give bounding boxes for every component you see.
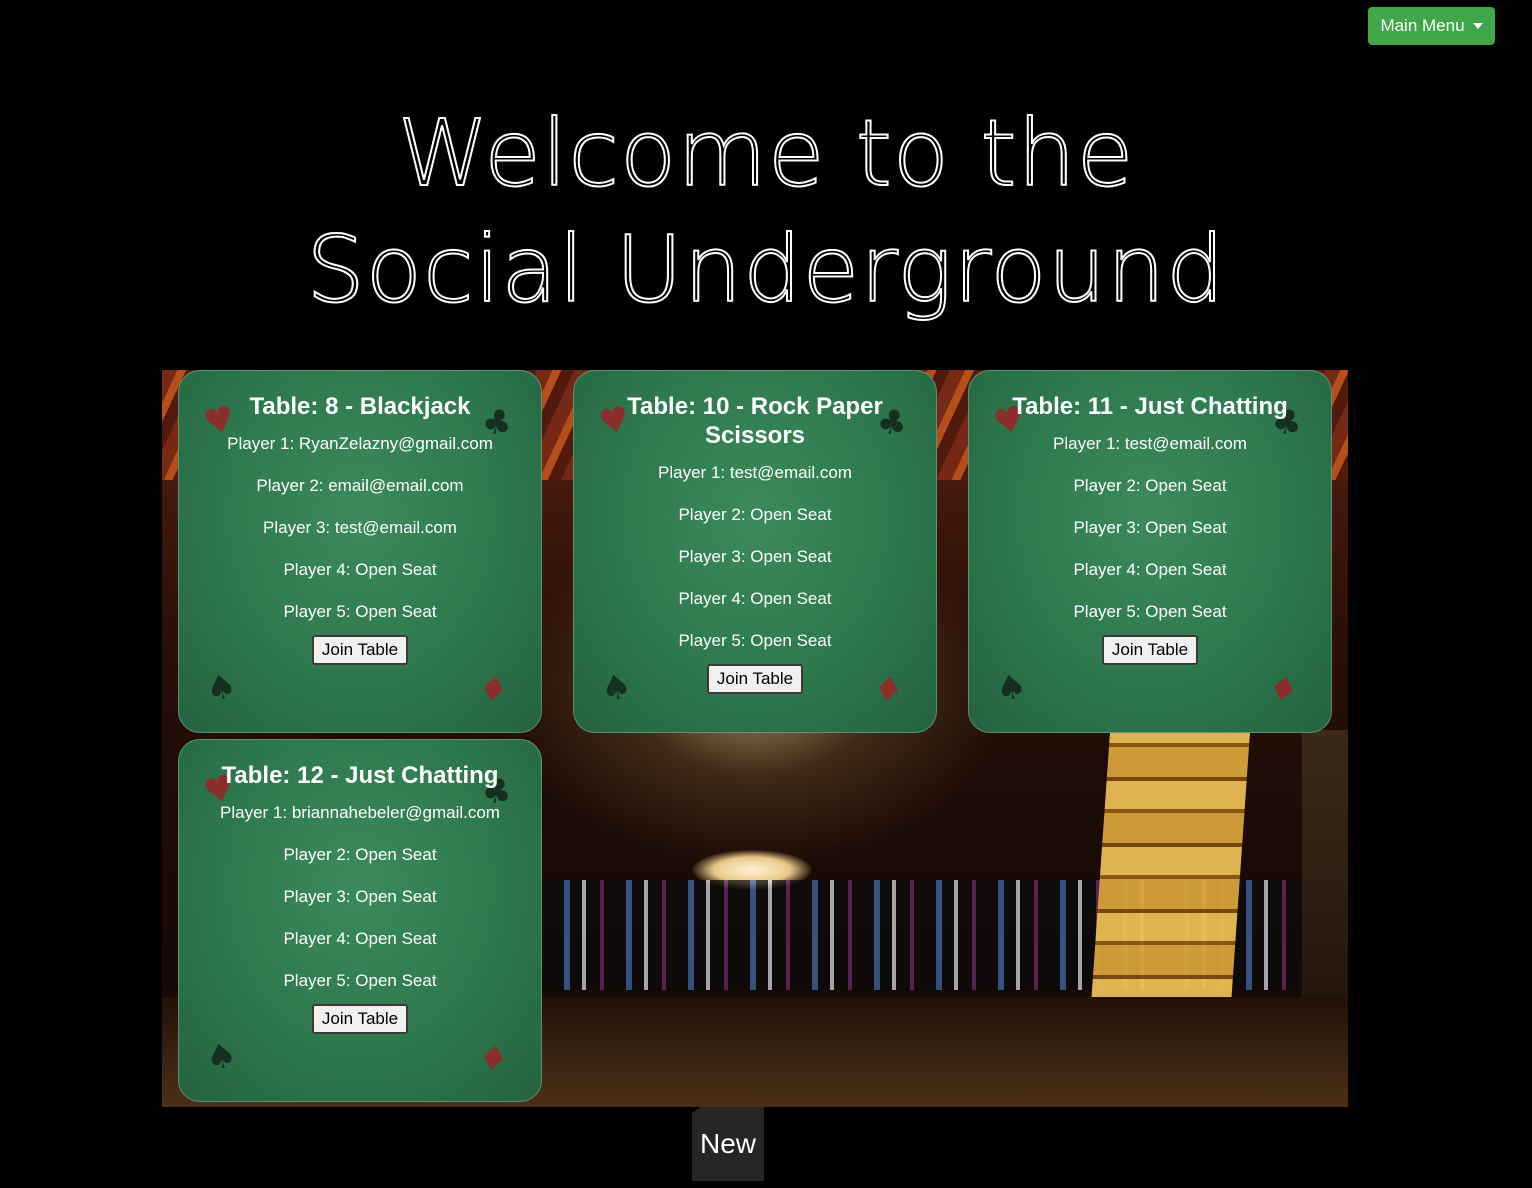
player-seat: Player 5: Open Seat bbox=[283, 971, 437, 990]
table-title: Table: 11 - Just Chatting bbox=[1012, 393, 1288, 420]
join-table-button[interactable]: Join Table bbox=[311, 635, 409, 665]
caret-down-icon bbox=[1472, 23, 1483, 29]
diamond-icon: ♦ bbox=[868, 667, 907, 713]
player-list: Player 1: test@email.com Player 2: Open … bbox=[968, 423, 1332, 633]
player-seat: Player 5: Open Seat bbox=[283, 602, 437, 621]
table-card: ♥ ♣ ♠ ♦ Table: 11 - Just Chatting Player… bbox=[968, 370, 1332, 733]
table-card: ♥ ♣ ♠ ♦ Table: 8 - Blackjack Player 1: R… bbox=[178, 370, 542, 733]
table-title: Table: 12 - Just Chatting bbox=[221, 762, 499, 789]
main-menu-label: Main Menu bbox=[1380, 16, 1465, 35]
player-seat: Player 2: email@email.com bbox=[256, 476, 464, 495]
table-title: Table: 8 - Blackjack bbox=[249, 393, 471, 420]
welcome-line-1: Welcome to the bbox=[397, 99, 1135, 208]
player-seat: Player 3: test@email.com bbox=[263, 518, 457, 537]
player-seat: Player 1: test@email.com bbox=[1053, 434, 1247, 453]
welcome-heading: Welcome to the Social Underground bbox=[0, 96, 1532, 328]
player-seat: Player 2: Open Seat bbox=[283, 845, 437, 864]
table-card: ♥ ♣ ♠ ♦ Table: 10 - Rock Paper Scissors … bbox=[573, 370, 937, 733]
join-table-button[interactable]: Join Table bbox=[706, 664, 804, 694]
welcome-line-2: Social Underground bbox=[305, 215, 1226, 324]
lobby-page: Main Menu Welcome to the Social Undergro… bbox=[0, 0, 1532, 1188]
player-seat: Player 2: Open Seat bbox=[1073, 476, 1227, 495]
player-seat: Player 4: Open Seat bbox=[1073, 560, 1227, 579]
player-seat: Player 4: Open Seat bbox=[678, 589, 832, 608]
player-seat: Player 3: Open Seat bbox=[1073, 518, 1227, 537]
table-card: ♥ ♣ ♠ ♦ Table: 12 - Just Chatting Player… bbox=[178, 739, 542, 1102]
diamond-icon: ♦ bbox=[1263, 667, 1302, 713]
player-seat: Player 1: RyanZelazny@gmail.com bbox=[227, 434, 493, 453]
diamond-icon: ♦ bbox=[473, 1036, 512, 1082]
new-table-button[interactable]: New bbox=[692, 1107, 764, 1181]
player-seat: Player 2: Open Seat bbox=[678, 505, 832, 524]
player-list: Player 1: test@email.com Player 2: Open … bbox=[573, 452, 937, 662]
join-table-button[interactable]: Join Table bbox=[311, 1004, 409, 1034]
player-seat: Player 1: briannahebeler@gmail.com bbox=[220, 803, 500, 822]
player-list: Player 1: briannahebeler@gmail.com Playe… bbox=[178, 792, 542, 1002]
spade-icon: ♠ bbox=[597, 665, 636, 711]
join-table-button[interactable]: Join Table bbox=[1101, 635, 1199, 665]
player-seat: Player 3: Open Seat bbox=[678, 547, 832, 566]
player-seat: Player 5: Open Seat bbox=[1073, 602, 1227, 621]
main-menu-dropdown[interactable]: Main Menu bbox=[1368, 7, 1495, 45]
player-seat: Player 3: Open Seat bbox=[283, 887, 437, 906]
diamond-icon: ♦ bbox=[473, 667, 512, 713]
player-seat: Player 4: Open Seat bbox=[283, 929, 437, 948]
spade-icon: ♠ bbox=[202, 1034, 241, 1080]
table-title: Table: 10 - Rock Paper Scissors bbox=[627, 393, 883, 449]
player-seat: Player 5: Open Seat bbox=[678, 631, 832, 650]
spade-icon: ♠ bbox=[992, 665, 1031, 711]
player-seat: Player 4: Open Seat bbox=[283, 560, 437, 579]
spade-icon: ♠ bbox=[202, 665, 241, 711]
player-list: Player 1: RyanZelazny@gmail.com Player 2… bbox=[178, 423, 542, 633]
player-seat: Player 1: test@email.com bbox=[658, 463, 852, 482]
